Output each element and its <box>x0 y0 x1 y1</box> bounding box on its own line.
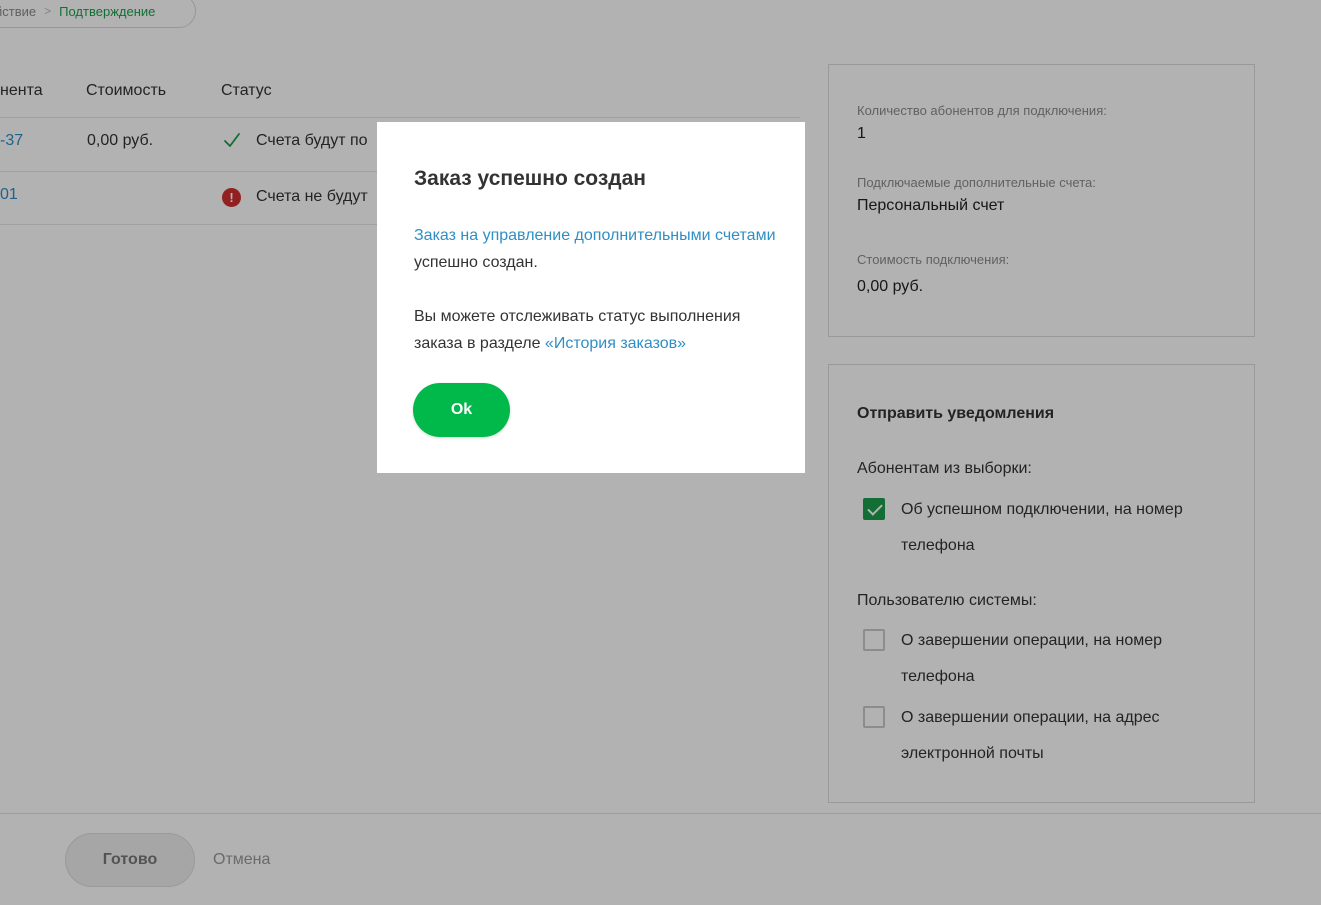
dialog-tracking-message: Вы можете отслеживать статус выполнения … <box>414 303 784 357</box>
dialog-message: Заказ на управление дополнительными счет… <box>414 222 784 276</box>
dialog-title: Заказ успешно создан <box>414 167 646 190</box>
page: йствие > Подтверждение нента Стоимость С… <box>0 0 1321 905</box>
success-dialog: Заказ успешно создан Заказ на управление… <box>377 122 805 473</box>
dialog-message-text: успешно создан. <box>414 254 538 271</box>
ok-button[interactable]: Ok <box>413 383 510 437</box>
order-link[interactable]: Заказ на управление дополнительными счет… <box>414 227 776 244</box>
order-history-link[interactable]: «История заказов» <box>545 335 686 352</box>
